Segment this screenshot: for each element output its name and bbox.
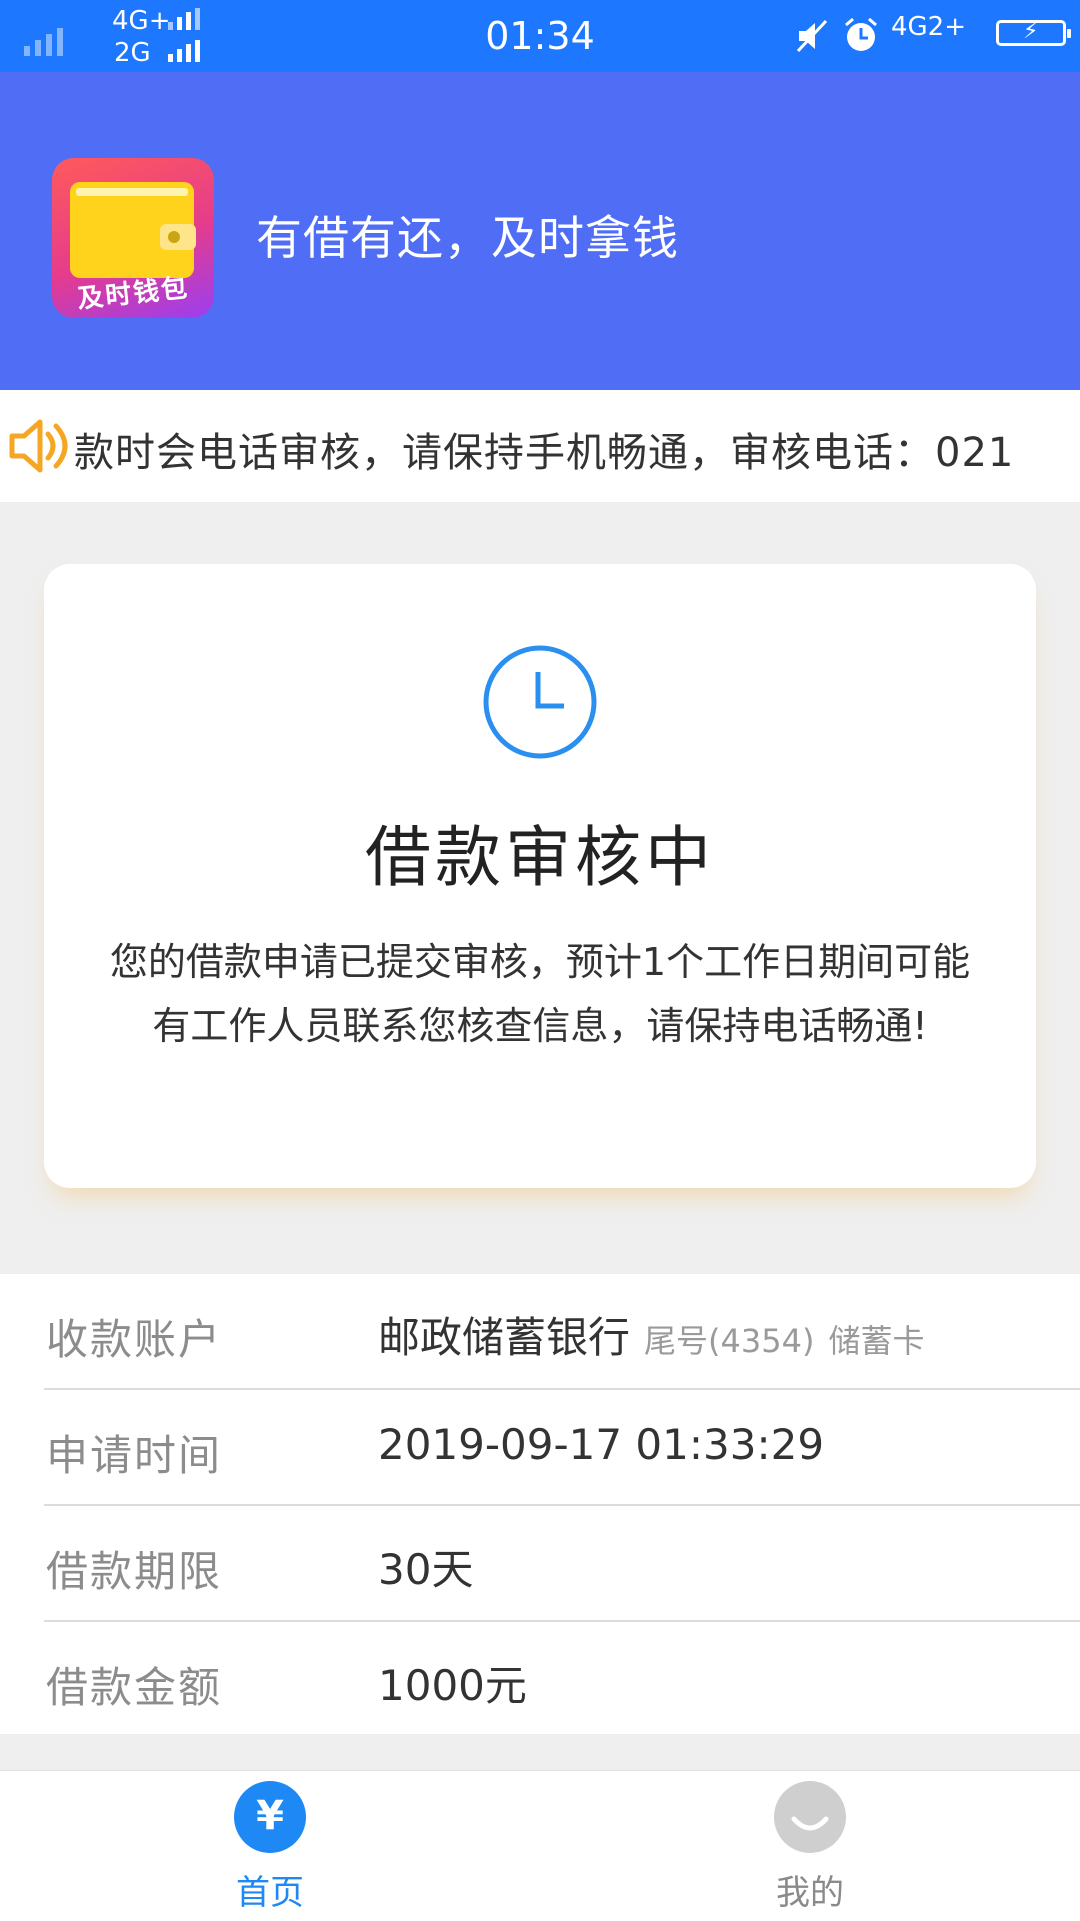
info-row-account: 收款账户 邮政储蓄银行 尾号(4354) 储蓄卡 <box>44 1274 1080 1390</box>
speaker-icon <box>9 419 68 473</box>
info-row-apply-time: 申请时间 2019-09-17 01:33:29 <box>44 1390 1080 1506</box>
card-tail-number: 尾号(4354) <box>644 1322 815 1360</box>
tab-mine[interactable]: 我的 <box>540 1771 1080 1921</box>
app-header: 及时钱包 有借有还，及时拿钱 <box>0 72 1080 390</box>
bank-name: 邮政储蓄银行 <box>378 1313 631 1362</box>
info-row-term: 借款期限 30天 <box>44 1506 1080 1622</box>
info-label: 借款期限 <box>46 1547 223 1596</box>
alarm-icon <box>845 17 877 51</box>
app-logo: 及时钱包 <box>52 158 214 318</box>
yen-symbol: ¥ <box>256 1793 284 1839</box>
status-description: 您的借款申请已提交审核，预计1个工作日期间可能有工作人员联系您核查信息，请保持电… <box>109 940 971 1048</box>
info-row-amount: 借款金额 1000元 <box>44 1622 1080 1738</box>
smile-icon <box>774 1781 846 1853</box>
wallet-icon <box>70 182 196 278</box>
info-value: 邮政储蓄银行 尾号(4354) 储蓄卡 <box>378 1304 924 1365</box>
info-label: 收款账户 <box>46 1315 223 1364</box>
network-right-label: 4G2+ <box>890 12 966 42</box>
yen-icon: ¥ <box>234 1781 306 1853</box>
mute-icon <box>796 19 828 53</box>
clock-icon <box>483 645 597 759</box>
info-label: 借款金额 <box>46 1663 223 1712</box>
battery-charging-icon: ⚡ <box>996 19 1071 46</box>
slogan: 有借有还，及时拿钱 <box>256 211 679 265</box>
notice-bar: 款时会电话审核，请保持手机畅通，审核电话：021 <box>0 390 1080 502</box>
notice-text: 款时会电话审核，请保持手机畅通，审核电话：021 <box>74 430 1015 476</box>
tab-home[interactable]: ¥ 首页 <box>0 1771 540 1921</box>
tab-home-label: 首页 <box>236 1873 304 1913</box>
smile-face-icon <box>791 1816 829 1831</box>
info-value: 30天 <box>378 1545 474 1594</box>
status-bar: 4G+ 2G 01:34 4G2+ ⚡ <box>0 0 1080 72</box>
content-area: 借款审核中 您的借款申请已提交审核，预计1个工作日期间可能有工作人员联系您核查信… <box>0 502 1080 1274</box>
card-type: 储蓄卡 <box>828 1322 925 1360</box>
loan-info-list: 收款账户 邮政储蓄银行 尾号(4354) 储蓄卡 申请时间 2019-09-17 0… <box>0 1274 1080 1738</box>
tab-bar: ¥ 首页 我的 <box>0 1770 1080 1921</box>
tab-mine-label: 我的 <box>776 1873 844 1913</box>
bottom-spacer <box>0 1734 1080 1770</box>
info-value: 2019-09-17 01:33:29 <box>378 1420 825 1469</box>
info-label: 申请时间 <box>46 1431 223 1480</box>
status-card: 借款审核中 您的借款申请已提交审核，预计1个工作日期间可能有工作人员联系您核查信… <box>44 564 1036 1188</box>
info-value: 1000元 <box>378 1661 527 1710</box>
status-title: 借款审核中 <box>365 819 715 896</box>
